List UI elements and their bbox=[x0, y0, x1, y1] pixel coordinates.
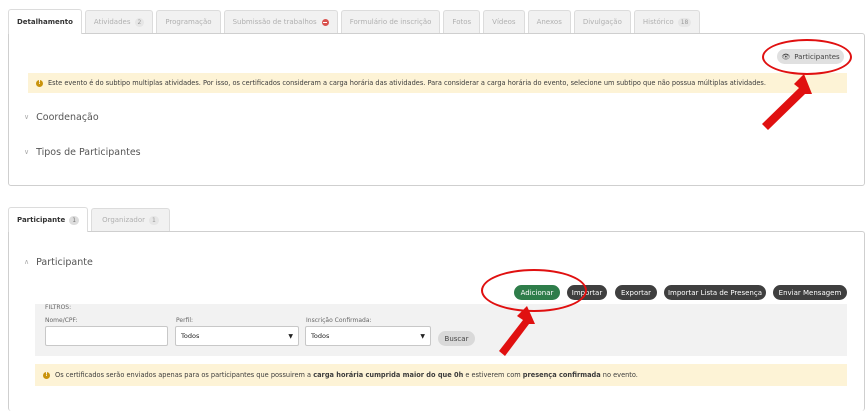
tab-videos[interactable]: Vídeos bbox=[483, 10, 525, 33]
tab-organizador[interactable]: Organizador 1 bbox=[91, 208, 170, 231]
tab-label: Atividades bbox=[93, 18, 131, 26]
chevron-down-icon: ∨ bbox=[24, 148, 30, 156]
tab-divulgacao[interactable]: Divulgação bbox=[573, 10, 631, 33]
notice-part: e estiverem com bbox=[463, 371, 523, 379]
tab-anexos[interactable]: Anexos bbox=[527, 10, 571, 33]
tab-label: Detalhamento bbox=[17, 18, 73, 26]
multiple-activities-alert: ! Este evento é do subtipo multiplas ati… bbox=[28, 73, 847, 93]
profile-select[interactable]: Todos ▼ bbox=[175, 326, 299, 346]
tab-label: Submissão de trabalhos bbox=[232, 18, 317, 26]
search-button[interactable]: Buscar bbox=[438, 331, 475, 346]
notice-part: Os certificados serão enviados apenas pa… bbox=[55, 371, 314, 379]
warning-icon: ! bbox=[36, 79, 43, 87]
tab-label: Anexos bbox=[536, 18, 562, 26]
button-label: Exportar bbox=[620, 288, 652, 297]
confirmed-select[interactable]: Todos ▼ bbox=[305, 326, 431, 346]
alert-text: Este evento é do subtipo multiplas ativi… bbox=[48, 79, 766, 87]
tab-submissao[interactable]: Submissão de trabalhos bbox=[223, 10, 338, 33]
tab-programacao[interactable]: Programação bbox=[156, 10, 221, 33]
minus-circle-icon bbox=[321, 18, 329, 26]
count-badge: 1 bbox=[69, 215, 80, 225]
section-participante[interactable]: ∧ Participante bbox=[24, 255, 93, 269]
name-label: Nome/CPF: bbox=[45, 317, 78, 324]
notice-text: Os certificados serão enviados apenas pa… bbox=[55, 371, 638, 379]
highlight-ring-participants bbox=[762, 39, 852, 75]
count-badge: 2 bbox=[134, 17, 145, 27]
annotation-arrow-icon bbox=[762, 74, 812, 130]
name-cpf-input[interactable] bbox=[45, 326, 168, 346]
tab-label: Formulário de inscrição bbox=[349, 18, 432, 26]
section-title: Participante bbox=[36, 256, 93, 268]
send-message-button[interactable]: Enviar Mensagem bbox=[773, 285, 847, 300]
tab-label: Programação bbox=[165, 18, 212, 26]
notice-bold: carga horária cumprida maior do que 0h bbox=[313, 371, 464, 379]
chevron-up-icon: ∧ bbox=[24, 258, 30, 266]
import-attendance-button[interactable]: Importar Lista de Presença bbox=[664, 285, 766, 300]
participants-tabbar: Participante 1 Organizador 1 bbox=[8, 207, 173, 232]
button-label: Importar Lista de Presença bbox=[667, 288, 762, 297]
select-value: Todos bbox=[181, 332, 200, 340]
export-button[interactable]: Exportar bbox=[615, 285, 657, 300]
tab-formulario[interactable]: Formulário de inscrição bbox=[340, 10, 441, 33]
section-coordenacao[interactable]: ∨ Coordenação bbox=[24, 110, 99, 124]
annotation-arrow-icon bbox=[499, 306, 535, 356]
confirmed-label: Inscrição Confirmada: bbox=[306, 317, 372, 324]
chevron-down-icon: ▼ bbox=[288, 332, 293, 340]
certificate-notice: ! Os certificados serão enviados apenas … bbox=[35, 364, 847, 386]
count-badge: 1 bbox=[149, 215, 159, 225]
tab-label: Divulgação bbox=[582, 18, 622, 26]
button-label: Enviar Mensagem bbox=[778, 288, 842, 297]
tab-detalhamento[interactable]: Detalhamento bbox=[8, 9, 82, 34]
section-title: Coordenação bbox=[36, 111, 99, 123]
detail-tabbar: Detalhamento Atividades 2 Programação Sub… bbox=[8, 9, 703, 34]
tab-atividades[interactable]: Atividades 2 bbox=[84, 10, 154, 33]
chevron-down-icon: ∨ bbox=[24, 113, 30, 121]
notice-bold: presença confirmada bbox=[522, 371, 601, 379]
tab-historico[interactable]: Histórico 18 bbox=[633, 10, 701, 33]
tab-label: Vídeos bbox=[492, 18, 516, 26]
profile-label: Perfil: bbox=[176, 317, 194, 324]
tab-label: Fotos bbox=[452, 18, 472, 26]
tab-participante[interactable]: Participante 1 bbox=[8, 207, 89, 232]
button-label: Buscar bbox=[444, 334, 469, 343]
section-tipos-participantes[interactable]: ∨ Tipos de Participantes bbox=[24, 145, 141, 159]
warning-icon: ! bbox=[43, 371, 50, 379]
filters-title: FILTROS: bbox=[45, 304, 72, 311]
tab-label: Participante bbox=[17, 216, 66, 224]
tab-fotos[interactable]: Fotos bbox=[443, 10, 481, 33]
notice-part: no evento. bbox=[600, 371, 638, 379]
tab-label: Organizador bbox=[102, 216, 146, 224]
tab-label: Histórico bbox=[642, 18, 674, 26]
select-value: Todos bbox=[311, 332, 330, 340]
detail-panel bbox=[8, 33, 865, 186]
section-title: Tipos de Participantes bbox=[36, 146, 141, 158]
chevron-down-icon: ▼ bbox=[420, 332, 425, 340]
count-badge: 18 bbox=[677, 17, 692, 27]
